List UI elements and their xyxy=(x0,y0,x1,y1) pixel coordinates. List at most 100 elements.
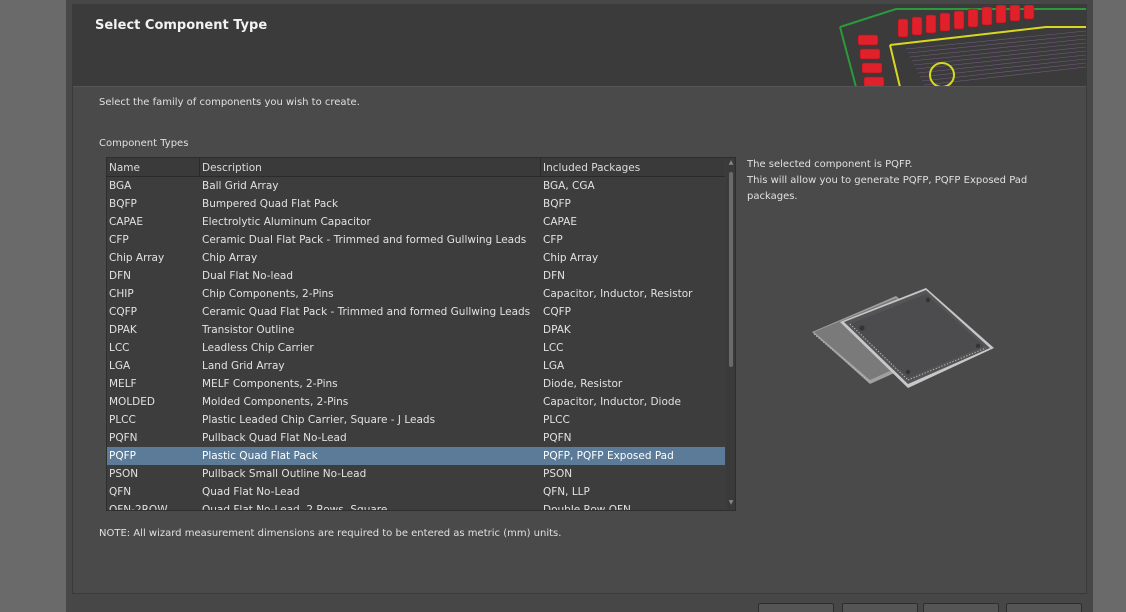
component-wizard-dialog: Select Component Type Select the family … xyxy=(66,0,1093,612)
cell-name: BQFP xyxy=(109,198,137,210)
cell-description: Ceramic Dual Flat Pack - Trimmed and for… xyxy=(202,234,527,246)
selection-description-line1: The selected component is PQFP. xyxy=(747,159,913,170)
back-button[interactable] xyxy=(842,603,918,612)
component-types-label: Component Types xyxy=(99,138,189,149)
cancel-button[interactable] xyxy=(758,603,834,612)
cell-name: LCC xyxy=(109,342,130,354)
cell-description: Quad Flat No-Lead, 2 Rows, Square xyxy=(202,504,388,511)
units-note: NOTE: All wizard measurement dimensions … xyxy=(99,528,562,539)
cell-description: Plastic Leaded Chip Carrier, Square - J … xyxy=(202,414,436,426)
table-row[interactable]: CHIP Chip Components, 2-Pins Capacitor, In… xyxy=(107,285,725,303)
table-body: BGA Ball Grid Array BGA, CGA BQFP Bumpered Q… xyxy=(107,177,725,511)
cell-name: PLCC xyxy=(109,414,136,426)
cell-description: Ball Grid Array xyxy=(202,180,279,192)
finish-button[interactable] xyxy=(1006,603,1082,612)
cell-description: Pullback Small Outline No-Lead xyxy=(202,468,367,480)
page-title: Select Component Type xyxy=(95,18,268,33)
cell-packages: Double Row QFN xyxy=(543,504,631,511)
cell-name: Chip Array xyxy=(109,252,165,264)
table-row[interactable]: DPAK Transistor Outline DPAK xyxy=(107,321,725,339)
table-row[interactable]: LGA Land Grid Array LGA xyxy=(107,357,725,375)
table-row[interactable]: CAPAE Electrolytic Aluminum Capacitor CAPA… xyxy=(107,213,725,231)
table-row[interactable]: CFP Ceramic Dual Flat Pack - Trimmed and … xyxy=(107,231,725,249)
cell-description: Chip Components, 2-Pins xyxy=(202,288,334,300)
cell-name: CQFP xyxy=(109,306,137,318)
cell-packages: Capacitor, Inductor, Resistor xyxy=(543,288,693,300)
background-right xyxy=(1093,0,1126,612)
cell-name: CHIP xyxy=(109,288,134,300)
cell-name: PQFP xyxy=(109,450,136,462)
cell-packages: QFN, LLP xyxy=(543,486,590,498)
cell-name: CFP xyxy=(109,234,129,246)
cell-name: BGA xyxy=(109,180,132,192)
table-row[interactable]: PSON Pullback Small Outline No-Lead PSON xyxy=(107,465,725,483)
cell-description: Quad Flat No-Lead xyxy=(202,486,300,498)
cell-packages: CFP xyxy=(543,234,563,246)
scroll-up-arrow-icon[interactable]: ▲ xyxy=(727,159,735,169)
cell-packages: LCC xyxy=(543,342,564,354)
scrollbar-thumb[interactable] xyxy=(729,172,733,367)
pqfp-package-image xyxy=(812,288,994,388)
table-row[interactable]: MELF MELF Components, 2-Pins Diode, Resist… xyxy=(107,375,725,393)
next-button[interactable] xyxy=(923,603,999,612)
cell-name: QFN-2ROW xyxy=(109,504,168,511)
column-header-description[interactable]: Description xyxy=(202,162,262,174)
table-row[interactable]: BQFP Bumpered Quad Flat Pack BQFP xyxy=(107,195,725,213)
table-row[interactable]: MOLDED Molded Components, 2-Pins Capacitor… xyxy=(107,393,725,411)
cell-description: Leadless Chip Carrier xyxy=(202,342,314,354)
cell-packages: PQFP, PQFP Exposed Pad xyxy=(543,450,674,462)
cell-packages: BGA, CGA xyxy=(543,180,595,192)
cell-packages: DPAK xyxy=(543,324,571,336)
instruction-text: Select the family of components you wish… xyxy=(99,97,360,108)
table-row[interactable]: DFN Dual Flat No-lead DFN xyxy=(107,267,725,285)
scroll-down-arrow-icon[interactable]: ▼ xyxy=(727,499,735,509)
table-row[interactable]: LCC Leadless Chip Carrier LCC xyxy=(107,339,725,357)
cell-description: Transistor Outline xyxy=(202,324,295,336)
selection-description-line2: This will allow you to generate PQFP, PQ… xyxy=(747,175,1028,202)
cell-description: Bumpered Quad Flat Pack xyxy=(202,198,339,210)
vertical-scrollbar[interactable]: ▲ ▼ xyxy=(726,158,735,510)
cell-description: Land Grid Array xyxy=(202,360,285,372)
cell-name: DFN xyxy=(109,270,131,282)
cell-name: PSON xyxy=(109,468,139,480)
cell-packages: DFN xyxy=(543,270,565,282)
table-header: Name Description Included Packages xyxy=(107,158,725,177)
cell-packages: Chip Array xyxy=(543,252,599,264)
column-header-name[interactable]: Name xyxy=(109,162,140,174)
cell-description: Plastic Quad Flat Pack xyxy=(202,450,318,462)
cell-description: Pullback Quad Flat No-Lead xyxy=(202,432,347,444)
cell-name: MOLDED xyxy=(109,396,155,408)
table-row[interactable]: QFN-2ROW Quad Flat No-Lead, 2 Rows, Squar… xyxy=(107,501,725,511)
component-types-list[interactable]: Name Description Included Packages BGA Ba… xyxy=(106,157,736,511)
selection-description: The selected component is PQFP. This wil… xyxy=(747,157,1047,205)
table-row[interactable]: PLCC Plastic Leaded Chip Carrier, Square … xyxy=(107,411,725,429)
table-row[interactable]: QFN Quad Flat No-Lead QFN, LLP xyxy=(107,483,725,501)
cell-packages: LGA xyxy=(543,360,565,372)
background-left xyxy=(0,0,66,612)
table-row[interactable]: PQFP Plastic Quad Flat Pack PQFP, PQFP Exp… xyxy=(107,447,725,465)
cell-packages: PLCC xyxy=(543,414,570,426)
cell-packages: Diode, Resistor xyxy=(543,378,623,390)
cell-description: Molded Components, 2-Pins xyxy=(202,396,349,408)
column-divider xyxy=(199,158,200,177)
cell-name: DPAK xyxy=(109,324,137,336)
cell-packages: PQFN xyxy=(543,432,572,444)
cell-packages: PSON xyxy=(543,468,573,480)
dialog-header: Select Component Type xyxy=(73,5,1086,87)
table-row[interactable]: PQFN Pullback Quad Flat No-Lead PQFN xyxy=(107,429,725,447)
column-header-packages[interactable]: Included Packages xyxy=(543,162,640,174)
cell-name: LGA xyxy=(109,360,131,372)
table-row[interactable]: CQFP Ceramic Quad Flat Pack - Trimmed and… xyxy=(107,303,725,321)
cell-description: Dual Flat No-lead xyxy=(202,270,294,282)
cell-packages: CQFP xyxy=(543,306,571,318)
cell-packages: CAPAE xyxy=(543,216,577,228)
cell-description: Chip Array xyxy=(202,252,258,264)
cell-name: PQFN xyxy=(109,432,138,444)
table-row[interactable]: Chip Array Chip Array Chip Array xyxy=(107,249,725,267)
cell-description: Ceramic Quad Flat Pack - Trimmed and for… xyxy=(202,306,531,318)
cell-description: Electrolytic Aluminum Capacitor xyxy=(202,216,371,228)
cell-name: CAPAE xyxy=(109,216,143,228)
table-row[interactable]: BGA Ball Grid Array BGA, CGA xyxy=(107,177,725,195)
cell-packages: Capacitor, Inductor, Diode xyxy=(543,396,682,408)
cell-name: QFN xyxy=(109,486,132,498)
